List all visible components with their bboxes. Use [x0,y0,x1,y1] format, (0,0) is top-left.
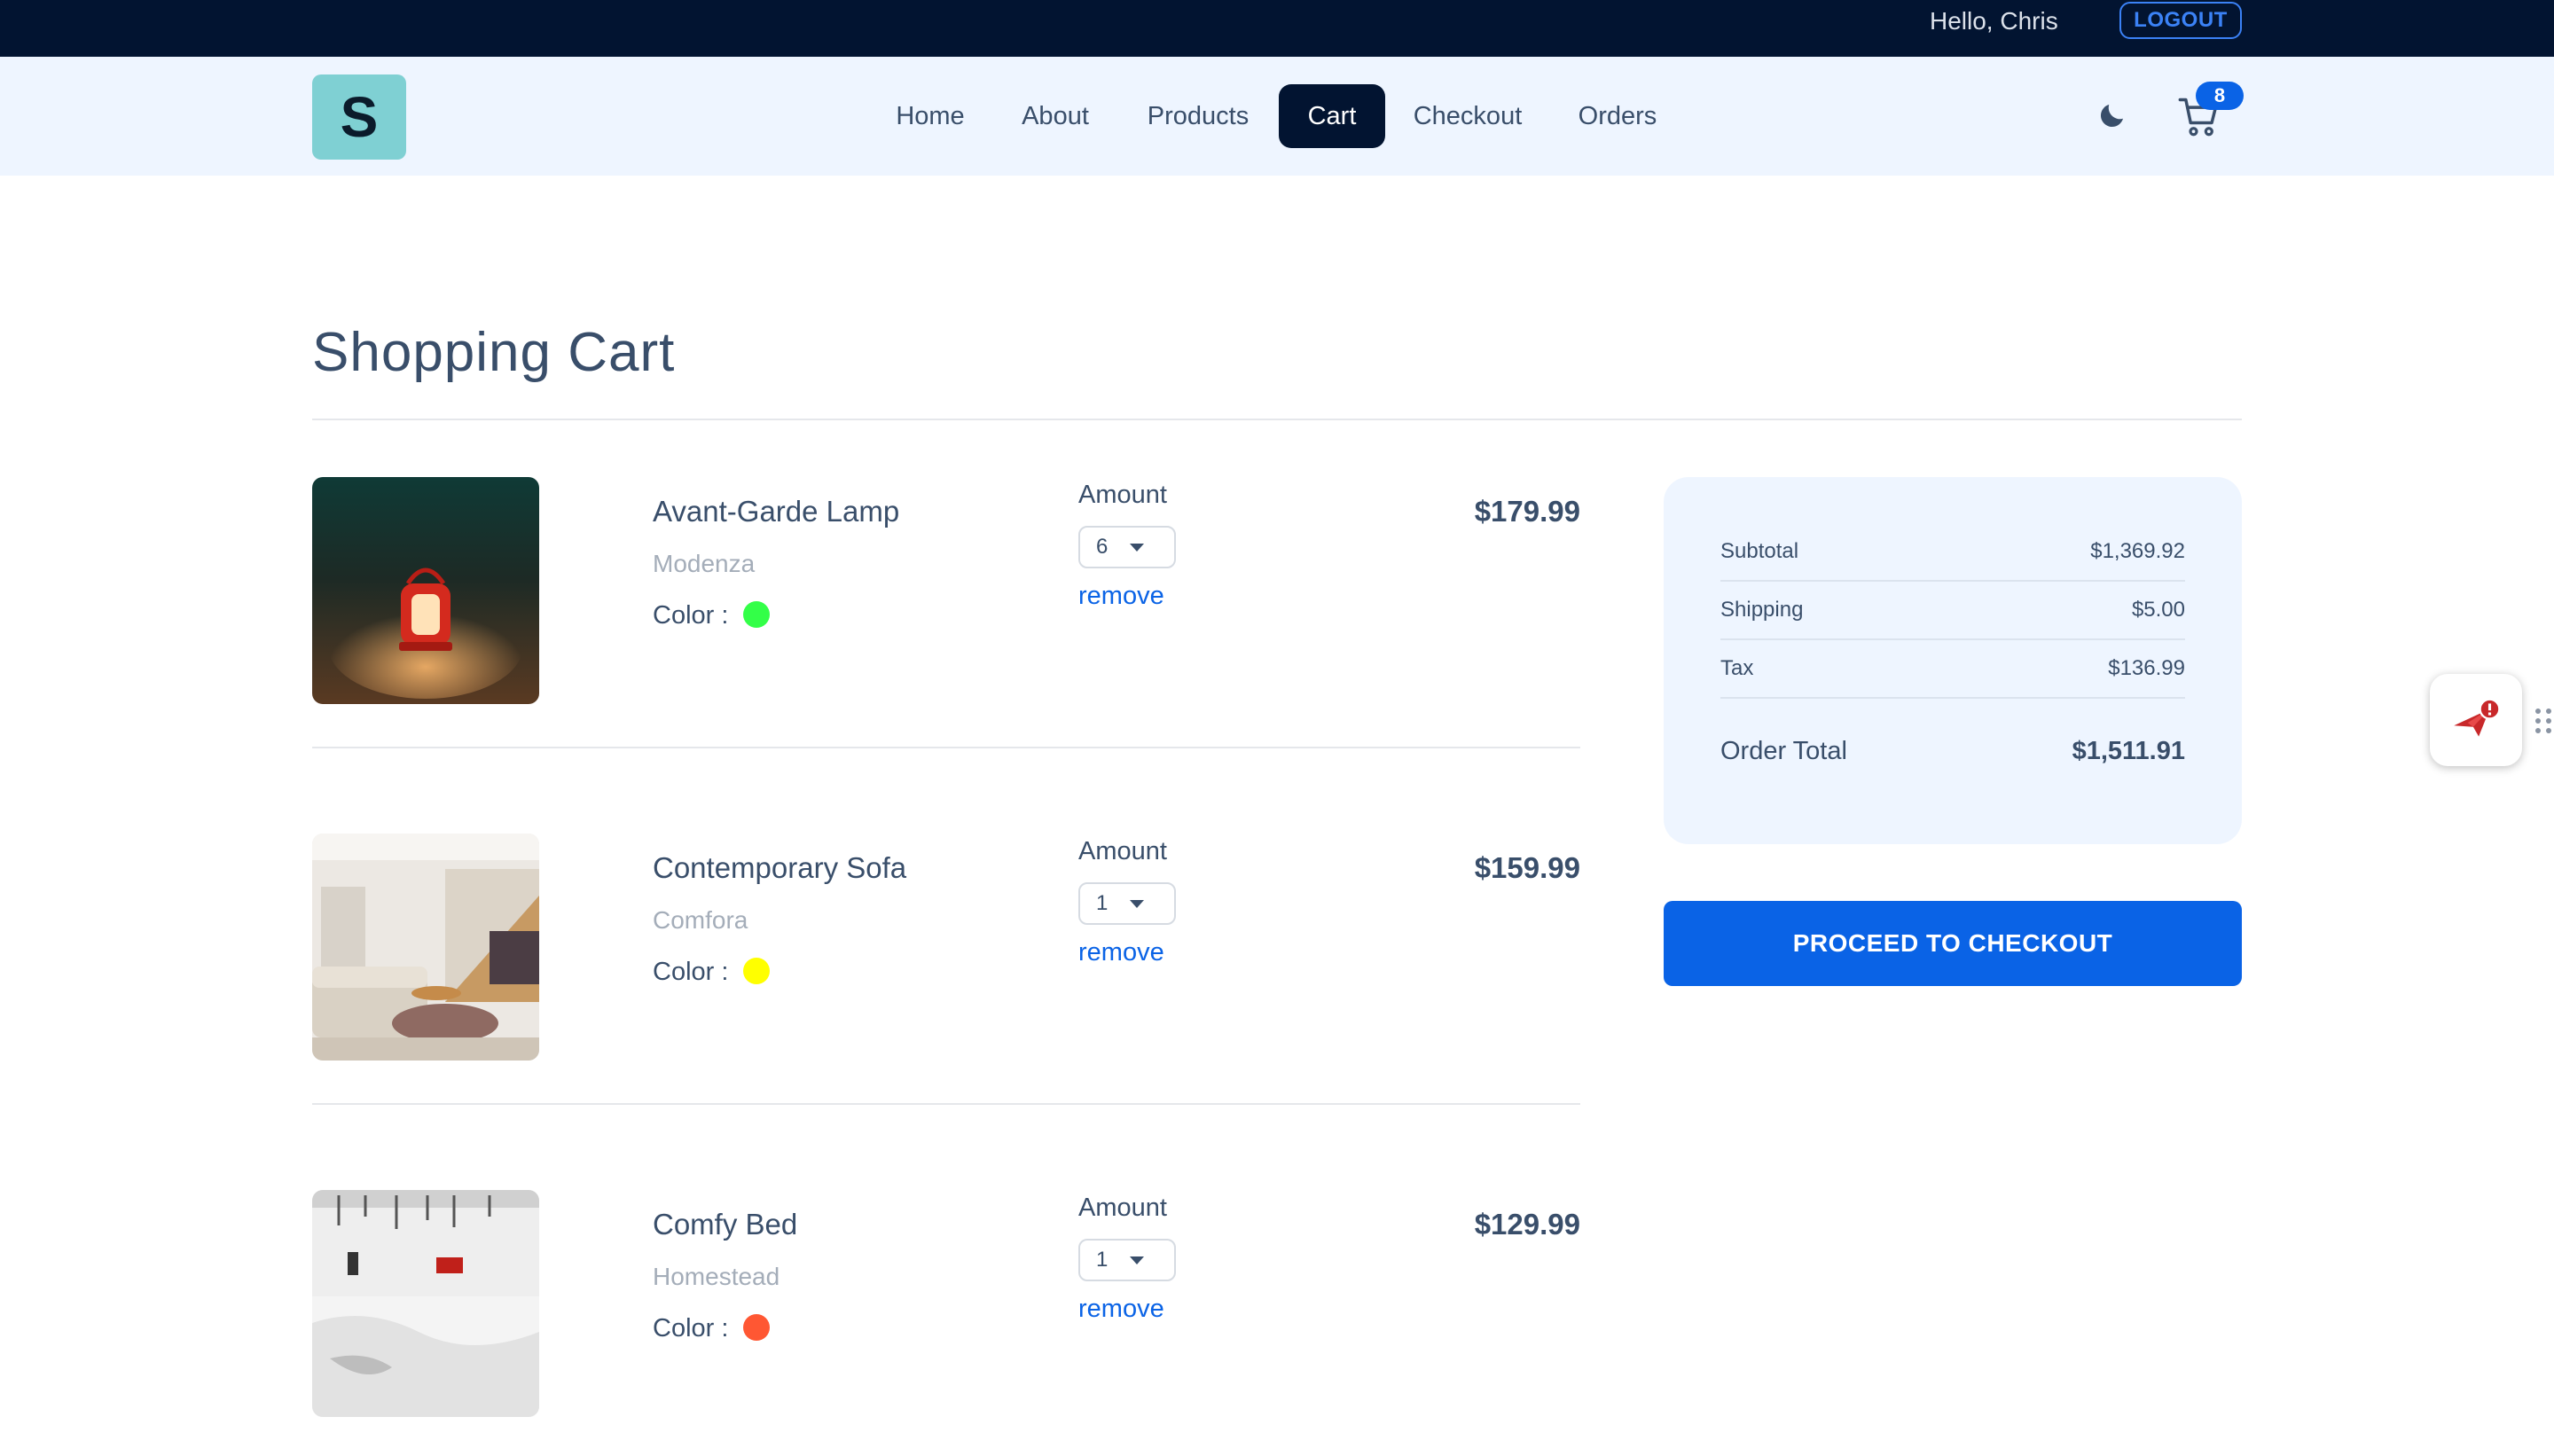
amount-select[interactable]: 1 [1078,882,1176,925]
chevron-down-icon [1130,1256,1144,1264]
nav-orders[interactable]: Orders [1564,84,1671,148]
order-summary: Subtotal $1,369.92 Shipping $5.00 Tax $1… [1664,477,2242,844]
nav-checkout[interactable]: Checkout [1401,84,1534,148]
color-label: Color : [653,601,729,630]
amount-value: 1 [1096,891,1109,915]
tax-value: $136.99 [2108,656,2185,680]
amount-select[interactable]: 1 [1078,1239,1176,1281]
color-swatch [743,958,770,984]
amount-select[interactable]: 6 [1078,526,1176,568]
amount-label: Amount [1078,837,1167,865]
proceed-to-checkout-button[interactable]: PROCEED TO CHECKOUT [1664,901,2242,986]
order-total-row: Order Total $1,511.91 [1720,722,2185,780]
color-swatch [743,1314,770,1341]
amount-label: Amount [1078,481,1167,509]
tax-row: Tax $136.99 [1720,640,2185,699]
nav-cart[interactable]: Cart [1279,84,1385,148]
remove-link[interactable]: remove [1078,938,1164,967]
item-price: $179.99 [1474,495,1580,528]
chevron-down-icon [1130,900,1144,908]
item-company: Homestead [653,1263,780,1290]
item-company: Comfora [653,906,748,934]
item-price: $129.99 [1474,1208,1580,1241]
cart-item: Contemporary Sofa Comfora Color : Amount… [312,834,1580,1100]
product-image-lamp [312,477,539,704]
color-swatch [743,601,770,628]
drag-handle-icon[interactable] [2533,706,2554,736]
amount-value: 6 [1096,535,1109,559]
color-label: Color : [653,958,729,986]
item-name: Comfy Bed [653,1208,798,1241]
color-label: Color : [653,1314,729,1342]
nav-products[interactable]: Products [1137,84,1259,148]
subtotal-label: Subtotal [1720,539,1799,563]
subtotal-value: $1,369.92 [2090,539,2185,563]
moon-icon[interactable] [2096,99,2128,131]
cart-item: Avant-Garde Lamp Modenza Color : Amount … [312,477,1580,743]
feedback-widget-button[interactable] [2430,674,2522,766]
shipping-value: $5.00 [2131,598,2185,622]
item-name: Contemporary Sofa [653,851,907,884]
page-title: Shopping Cart [312,322,676,383]
logout-button[interactable]: LOGOUT [2119,2,2242,39]
remove-link[interactable]: remove [1078,582,1164,611]
cart-count-badge: 8 [2196,82,2244,110]
item-company: Modenza [653,550,756,577]
amount-value: 1 [1096,1248,1109,1272]
order-total-value: $1,511.91 [2072,736,2185,765]
logo[interactable]: S [312,74,406,160]
item-divider [312,1103,1580,1105]
greeting: Hello, Chris [1930,7,2058,35]
paper-plane-alert-icon [2454,698,2501,737]
item-divider [312,747,1580,748]
item-price: $159.99 [1474,851,1580,884]
tax-label: Tax [1720,656,1754,680]
product-image-sofa [312,834,539,1061]
title-divider [312,419,2242,420]
shipping-label: Shipping [1720,598,1804,622]
item-name: Avant-Garde Lamp [653,495,900,528]
order-total-label: Order Total [1720,736,1847,765]
amount-label: Amount [1078,1194,1167,1222]
nav-about[interactable]: About [1006,84,1105,148]
chevron-down-icon [1130,544,1144,552]
subtotal-row: Subtotal $1,369.92 [1720,523,2185,582]
shipping-row: Shipping $5.00 [1720,582,2185,640]
cart-item: Comfy Bed Homestead Color : Amount 1 rem… [312,1190,1580,1456]
remove-link[interactable]: remove [1078,1295,1164,1324]
product-image-bed [312,1190,539,1417]
nav-home[interactable]: Home [883,84,977,148]
